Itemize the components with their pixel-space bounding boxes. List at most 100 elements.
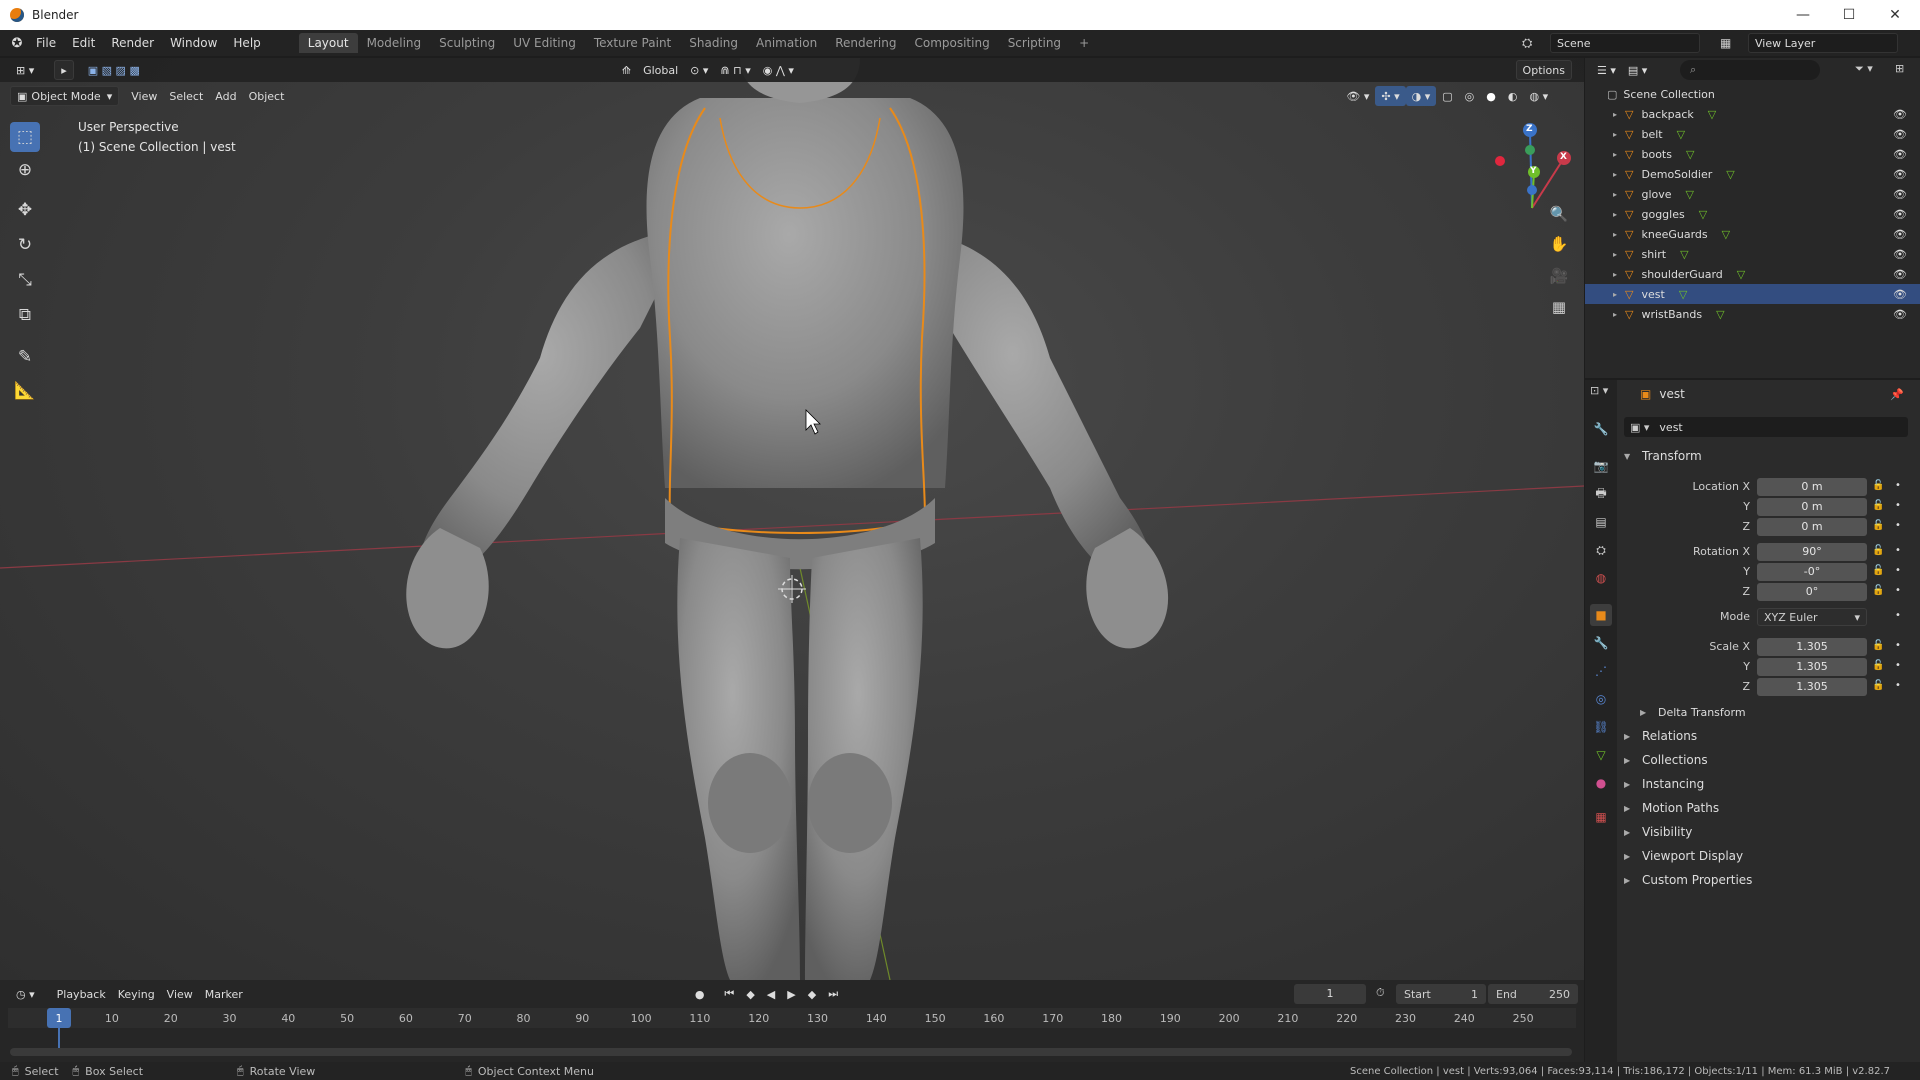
proportional-edit-icon[interactable]: ◉ ⋀ ▾ — [757, 60, 800, 80]
scale-tool-icon[interactable]: ⤡ — [10, 265, 40, 295]
keyframe-dot-icon[interactable]: • — [1895, 565, 1901, 576]
visibility-eye-icon[interactable]: 👁 — [1893, 128, 1907, 141]
timeline-menu-keying[interactable]: Keying — [112, 984, 161, 1004]
menu-help[interactable]: Help — [225, 36, 268, 50]
move-tool-icon[interactable]: ✥ — [10, 195, 40, 225]
visibility-eye-icon[interactable]: 👁 — [1893, 268, 1907, 281]
menu-render[interactable]: Render — [103, 36, 162, 50]
play-reverse-icon[interactable]: ◀ — [761, 984, 781, 1004]
tab-texture-paint[interactable]: Texture Paint — [585, 33, 680, 53]
scene-tab-icon[interactable]: ⛭ — [1590, 539, 1612, 561]
shading-solid-icon[interactable]: ● — [1480, 86, 1502, 106]
expand-arrow-icon[interactable]: ▸ — [1613, 250, 1617, 259]
viewport-menu-add[interactable]: Add — [209, 86, 242, 106]
expand-arrow-icon[interactable]: ▸ — [1613, 190, 1617, 199]
keyframe-dot-icon[interactable]: • — [1895, 520, 1901, 531]
rotation-z-field[interactable]: 0° — [1757, 583, 1867, 601]
rotation-y-field[interactable]: -0° — [1757, 563, 1867, 581]
view-layer-icon[interactable]: ▦ — [1720, 36, 1731, 50]
options-dropdown[interactable]: Options — [1515, 60, 1572, 80]
lock-icon[interactable]: 🔓 — [1872, 660, 1884, 671]
stopwatch-icon[interactable]: ⏱ — [1376, 986, 1385, 1000]
location-x-field[interactable]: 0 m — [1757, 478, 1867, 496]
tab-rendering[interactable]: Rendering — [826, 33, 905, 53]
modifier-tab-icon[interactable]: 🔧 — [1590, 632, 1612, 654]
world-tab-icon[interactable]: ◍ — [1590, 567, 1612, 589]
transform-orientation-select[interactable]: Global — [637, 60, 684, 80]
outliner-item[interactable]: ▸ ▽ glove ▽ 👁 — [1585, 184, 1920, 204]
location-z-field[interactable]: 0 m — [1757, 518, 1867, 536]
scale-x-field[interactable]: 1.305 — [1757, 638, 1867, 656]
object-mode-select[interactable]: ▣ Object Mode ▾ — [10, 86, 120, 106]
outliner-item[interactable]: ▸ ▽ backpack ▽ 👁 — [1585, 104, 1920, 124]
expand-arrow-icon[interactable]: ▸ — [1613, 290, 1617, 299]
start-frame-field[interactable]: Start 1 — [1396, 984, 1486, 1004]
timeline-menu-view[interactable]: View — [161, 984, 199, 1004]
outliner-item[interactable]: ▸ ▽ shirt ▽ 👁 — [1585, 244, 1920, 264]
datablock-field[interactable]: ▣ ▾ vest — [1624, 417, 1908, 437]
maximize-button[interactable]: ☐ — [1826, 0, 1872, 30]
next-keyframe-icon[interactable]: ◆ — [802, 984, 822, 1004]
tool-tab-icon[interactable]: 🔧 — [1590, 418, 1612, 440]
filter-icon[interactable]: ⏷ ▾ — [1855, 62, 1873, 76]
outliner-search-input[interactable]: ⌕ — [1680, 60, 1820, 80]
texture-tab-icon[interactable]: ▦ — [1590, 806, 1612, 828]
outliner-item[interactable]: ▸ ▽ wristBands ▽ 👁 — [1585, 304, 1920, 324]
pan-hand-icon[interactable]: ✋ — [1545, 230, 1573, 258]
viewport-menu-select[interactable]: Select — [163, 86, 209, 106]
keyframe-dot-icon[interactable]: • — [1895, 480, 1901, 491]
rotate-tool-icon[interactable]: ↻ — [10, 230, 40, 260]
properties-panel-instancing[interactable]: ▶ Instancing — [1620, 773, 1910, 795]
shading-material-icon[interactable]: ◐ — [1502, 86, 1524, 106]
overlay-toggle-icon[interactable]: ◑ ▾ — [1405, 86, 1437, 106]
view-layer-selector[interactable]: View Layer — [1748, 33, 1898, 53]
properties-panel-viewport-display[interactable]: ▶ Viewport Display — [1620, 845, 1910, 867]
visibility-eye-icon[interactable]: 👁 — [1893, 308, 1907, 321]
gizmo-x-label[interactable]: X — [1560, 152, 1567, 162]
xray-icon[interactable]: ▢ — [1436, 86, 1458, 106]
ortho-grid-icon[interactable]: ▦ — [1545, 293, 1573, 321]
prev-keyframe-icon[interactable]: ◆ — [740, 984, 760, 1004]
viewport-menu-view[interactable]: View — [125, 86, 163, 106]
menu-window[interactable]: Window — [162, 36, 225, 50]
scale-z-field[interactable]: 1.305 — [1757, 678, 1867, 696]
tab-layout[interactable]: Layout — [298, 33, 358, 53]
zoom-icon[interactable]: 🔍 — [1545, 200, 1573, 228]
shading-rendered-icon[interactable]: ◍ ▾ — [1524, 86, 1555, 106]
lock-icon[interactable]: 🔓 — [1872, 480, 1884, 491]
transform-orientation-icon[interactable]: ⟰ — [616, 60, 637, 80]
visibility-eye-icon[interactable]: 👁 — [1893, 108, 1907, 121]
outliner-item[interactable]: ▸ ▽ boots ▽ 👁 — [1585, 144, 1920, 164]
keyframe-dot-icon[interactable]: • — [1895, 640, 1901, 651]
rotation-x-field[interactable]: 90° — [1757, 543, 1867, 561]
jump-end-icon[interactable]: ⏭ — [822, 984, 844, 1004]
lock-icon[interactable]: 🔓 — [1872, 500, 1884, 511]
expand-arrow-icon[interactable]: ▸ — [1613, 210, 1617, 219]
minimize-button[interactable]: — — [1780, 0, 1826, 30]
lock-icon[interactable]: 🔓 — [1872, 520, 1884, 531]
material-tab-icon[interactable]: ● — [1590, 772, 1612, 794]
tab-compositing[interactable]: Compositing — [905, 33, 998, 53]
visibility-eye-icon[interactable]: 👁 — [1893, 188, 1907, 201]
camera-view-icon[interactable]: 🎥 — [1545, 262, 1573, 290]
outliner-item[interactable]: ▸ ▽ vest ▽ 👁 — [1585, 284, 1920, 304]
tab-uv-editing[interactable]: UV Editing — [504, 33, 585, 53]
timeline-editor-type-icon[interactable]: ◷ ▾ — [10, 984, 41, 1004]
shading-wireframe-icon[interactable]: ◎ — [1459, 86, 1481, 106]
expand-arrow-icon[interactable]: ▸ — [1613, 110, 1617, 119]
scale-y-field[interactable]: 1.305 — [1757, 658, 1867, 676]
output-tab-icon[interactable]: 🖶 — [1590, 483, 1612, 505]
play-icon[interactable]: ▶ — [781, 984, 801, 1004]
outliner-scene-collection[interactable]: ▢ Scene Collection — [1585, 84, 1920, 104]
expand-arrow-icon[interactable]: ▸ — [1613, 150, 1617, 159]
properties-panel-visibility[interactable]: ▶ Visibility — [1620, 821, 1910, 843]
keyframe-dot-icon[interactable]: • — [1895, 660, 1901, 671]
gizmo-toggle-icon[interactable]: ✣ ▾ — [1375, 86, 1406, 106]
current-frame-field[interactable]: 1 — [1294, 984, 1366, 1004]
selection-mode-icons[interactable]: ▣ ▧ ▨ ▩ — [82, 60, 146, 80]
constraints-tab-icon[interactable]: ⛓ — [1590, 716, 1612, 738]
annotate-tool-icon[interactable]: ✎ — [10, 342, 40, 372]
rotation-mode-select[interactable]: XYZ Euler ▾ — [1757, 608, 1867, 626]
lock-icon[interactable]: 🔓 — [1872, 640, 1884, 651]
visibility-eye-icon[interactable]: 👁 — [1893, 208, 1907, 221]
